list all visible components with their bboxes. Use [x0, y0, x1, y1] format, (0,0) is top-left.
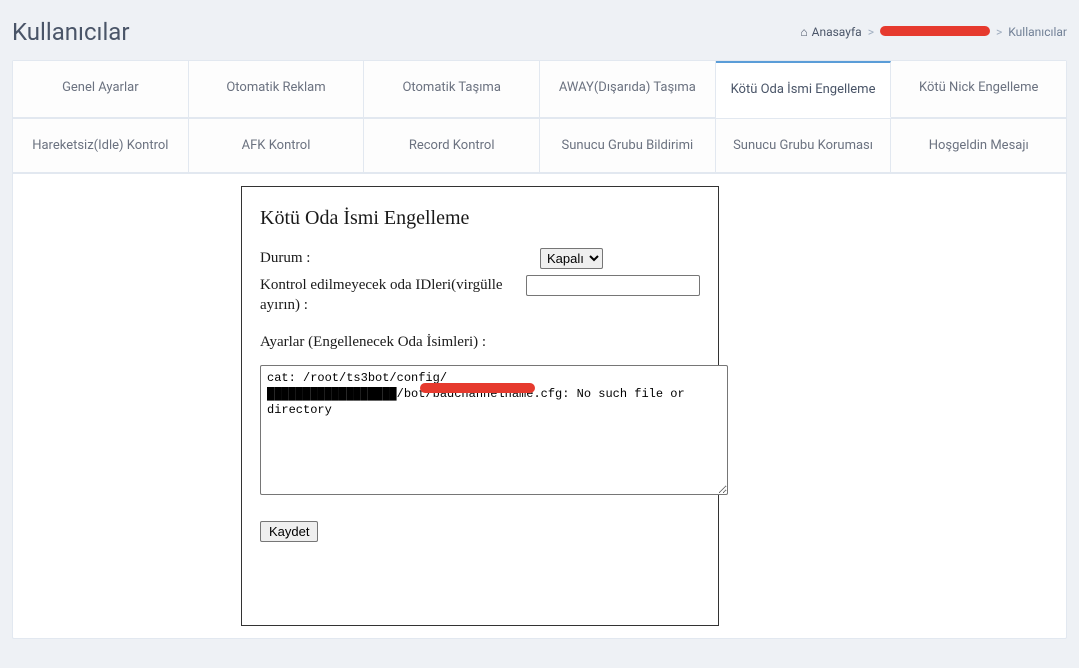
tab-away-move[interactable]: AWAY(Dışarıda) Taşıma	[540, 61, 716, 118]
breadcrumb-home[interactable]: ⌂ Anasayfa	[800, 25, 861, 39]
tab-idle-control[interactable]: Hareketsiz(Idle) Kontrol	[13, 119, 189, 174]
form-row-ids: Kontrol edilmeyecek oda IDleri(virgülle …	[260, 275, 700, 316]
form-row-status: Durum : Kapalı Açık	[260, 248, 700, 269]
tab-record-control[interactable]: Record Kontrol	[364, 119, 540, 174]
tab-server-group-protect[interactable]: Sunucu Grubu Koruması	[716, 119, 892, 174]
tab-afk-control[interactable]: AFK Kontrol	[189, 119, 365, 174]
tabs-container: Genel Ayarlar Otomatik Reklam Otomatik T…	[12, 60, 1067, 639]
textarea-wrap	[260, 365, 728, 499]
breadcrumb-sep: >	[868, 25, 874, 39]
tab-welcome-message[interactable]: Hoşgeldin Mesajı	[891, 119, 1066, 174]
breadcrumb: ⌂ Anasayfa > > Kullanıcılar	[800, 25, 1067, 39]
home-icon: ⌂	[800, 25, 807, 39]
ids-input[interactable]	[526, 275, 700, 296]
tab-general-settings[interactable]: Genel Ayarlar	[13, 61, 189, 118]
tab-auto-advertise[interactable]: Otomatik Reklam	[189, 61, 365, 118]
settings-textarea[interactable]	[260, 365, 728, 495]
status-label: Durum :	[260, 248, 534, 268]
breadcrumb-sep: >	[996, 25, 1002, 39]
tab-bad-nick[interactable]: Kötü Nick Engelleme	[891, 61, 1066, 118]
settings-label: Ayarlar (Engellenecek Oda İsimleri) :	[260, 334, 700, 351]
tabs-row-2: Hareketsiz(Idle) Kontrol AFK Kontrol Rec…	[13, 119, 1066, 175]
ids-label: Kontrol edilmeyecek oda IDleri(virgülle …	[260, 275, 520, 316]
settings-panel: Kötü Oda İsmi Engelleme Durum : Kapalı A…	[241, 186, 719, 626]
panel-heading: Kötü Oda İsmi Engelleme	[260, 207, 700, 230]
tab-auto-move[interactable]: Otomatik Taşıma	[364, 61, 540, 118]
save-button[interactable]: Kaydet	[260, 521, 318, 542]
breadcrumb-home-label: Anasayfa	[812, 25, 862, 39]
tabs-row-1: Genel Ayarlar Otomatik Reklam Otomatik T…	[13, 61, 1066, 119]
page-title: Kullanıcılar	[12, 18, 129, 46]
status-select[interactable]: Kapalı Açık	[540, 248, 603, 269]
breadcrumb-redacted	[880, 26, 990, 36]
tab-bad-channel-name[interactable]: Kötü Oda İsmi Engelleme	[716, 61, 892, 118]
breadcrumb-current: Kullanıcılar	[1008, 25, 1067, 39]
tab-content: Kötü Oda İsmi Engelleme Durum : Kapalı A…	[13, 174, 1066, 638]
tab-server-group-notify[interactable]: Sunucu Grubu Bildirimi	[540, 119, 716, 174]
